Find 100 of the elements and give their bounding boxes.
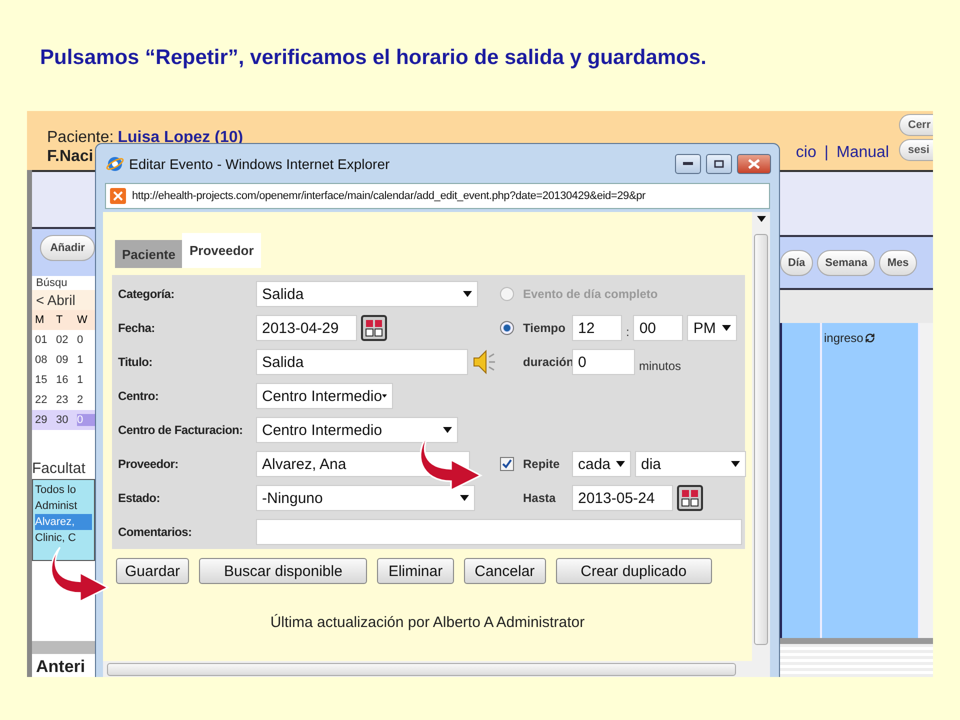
- select-field[interactable]: dia: [635, 451, 746, 477]
- input-field[interactable]: 2013-05-24: [572, 485, 673, 511]
- field-label: Centro:: [118, 389, 160, 403]
- previous-heading: Anteri: [35, 656, 86, 677]
- field-label: Titulo:: [118, 355, 154, 369]
- providers-list[interactable]: Todos lo Administ Alvarez, Clinic, C: [32, 478, 95, 561]
- radio-button[interactable]: [500, 321, 514, 335]
- calendar-day[interactable]: 09: [56, 354, 76, 366]
- nav-link[interactable]: Manual: [836, 144, 889, 162]
- minimize-button[interactable]: [675, 154, 701, 174]
- calendar-day[interactable]: 16: [56, 374, 76, 386]
- radio-label: Tiempo: [523, 321, 566, 335]
- link-separator: |: [824, 144, 829, 162]
- caret-down-icon: [616, 461, 625, 467]
- input-field[interactable]: 12: [572, 315, 622, 341]
- action-button[interactable]: Cancelar: [464, 558, 546, 584]
- tab[interactable]: Paciente: [115, 240, 182, 268]
- view-button[interactable]: Semana: [817, 250, 876, 276]
- caret-down-icon: [731, 461, 740, 467]
- time-separator: :: [626, 325, 630, 339]
- vertical-scrollbar[interactable]: [752, 212, 770, 661]
- calendar-day[interactable]: 2: [77, 394, 97, 406]
- select-field[interactable]: -Ninguno: [256, 485, 475, 511]
- calendar-day[interactable]: 0: [77, 334, 97, 346]
- action-button[interactable]: Buscar disponible: [199, 558, 368, 584]
- tab[interactable]: Proveedor: [182, 233, 261, 268]
- input-field[interactable]: 0: [572, 349, 635, 375]
- weekday-label: M: [35, 314, 46, 326]
- speaker-icon[interactable]: [472, 349, 496, 375]
- window-title: Editar Evento - Windows Internet Explorer: [129, 156, 391, 172]
- caret-down-icon: [463, 291, 472, 297]
- calendar-day[interactable]: 08: [35, 354, 55, 366]
- slide-title: Pulsamos “Repetir”, verificamos el horario de salida y guardamos.: [40, 46, 706, 70]
- input-field[interactable]: [256, 519, 742, 545]
- action-button[interactable]: Guardar: [116, 558, 190, 584]
- search-tab[interactable]: Búsqu: [32, 276, 72, 290]
- provider-item[interactable]: Clinic, C: [35, 530, 92, 546]
- column-header: ingreso: [824, 331, 876, 345]
- select-field[interactable]: Salida: [256, 281, 478, 307]
- action-button[interactable]: Eliminar: [377, 558, 454, 584]
- site-icon: [110, 188, 126, 204]
- refresh-icon[interactable]: [865, 333, 876, 343]
- calendar-icon[interactable]: [361, 315, 387, 341]
- birth-date-label: F.Naci: [47, 147, 94, 166]
- caret-down-icon: [382, 393, 387, 399]
- field-label: Categoría:: [118, 287, 176, 301]
- scrollbar[interactable]: [920, 323, 933, 638]
- session-button[interactable]: sesi: [899, 139, 933, 161]
- patient-label: Paciente:: [47, 128, 114, 147]
- select-field[interactable]: cada: [572, 451, 631, 477]
- calendar-day[interactable]: 02: [56, 334, 76, 346]
- input-field[interactable]: 2013-04-29: [256, 315, 357, 341]
- calendar-day[interactable]: 1: [77, 354, 97, 366]
- close-button[interactable]: [737, 154, 771, 174]
- radio-label: Evento de día completo: [523, 287, 658, 301]
- until-label: Hasta: [523, 491, 557, 505]
- field-label: Fecha:: [118, 321, 156, 335]
- caret-down-icon: [460, 495, 469, 501]
- close-icon: [748, 158, 760, 168]
- calendar-day[interactable]: 15: [35, 374, 55, 386]
- panel-background: [32, 170, 95, 227]
- action-button[interactable]: Crear duplicado: [556, 558, 712, 584]
- caret-down-icon: [756, 216, 766, 222]
- select-field[interactable]: Centro Intermedio: [256, 383, 393, 409]
- add-button[interactable]: Añadir: [40, 234, 95, 261]
- input-field[interactable]: 00: [633, 315, 684, 341]
- calendar-day[interactable]: 23: [56, 394, 76, 406]
- address-bar[interactable]: http://ehealth-projects.com/openemr/interface/main/calendar/add_edit_event.php?date=20130429&eid=29&pr: [105, 183, 770, 209]
- providers-label: Facultat: [32, 460, 86, 477]
- field-label: Proveedor:: [118, 457, 180, 471]
- maximize-icon: [714, 160, 724, 168]
- select-field[interactable]: Centro Intermedio: [256, 417, 458, 443]
- calendar-icon[interactable]: [677, 485, 703, 511]
- view-button[interactable]: Día: [780, 250, 814, 276]
- calendar-day[interactable]: 22: [35, 394, 55, 406]
- maximize-button[interactable]: [706, 154, 732, 174]
- input-field[interactable]: Salida: [256, 349, 468, 375]
- checkbox-label: Repite: [523, 457, 561, 471]
- select-field[interactable]: PM: [687, 315, 738, 341]
- calendar-day[interactable]: 01: [35, 334, 55, 346]
- nav-link[interactable]: cio: [796, 144, 816, 162]
- checkbox[interactable]: [500, 457, 514, 471]
- horizontal-scrollbar[interactable]: [103, 661, 770, 677]
- provider-item[interactable]: Todos lo: [35, 482, 92, 498]
- last-update-text: Última actualización por Alberto A Administrator: [270, 614, 585, 631]
- month-nav[interactable]: < Abril: [32, 290, 95, 310]
- weekday-label: T: [56, 314, 64, 326]
- caret-down-icon: [722, 325, 732, 331]
- provider-item[interactable]: Administ: [35, 498, 92, 514]
- field-label: Comentarios:: [118, 525, 193, 539]
- session-button[interactable]: Cerr: [899, 114, 933, 136]
- calendar-day[interactable]: 30: [56, 414, 76, 426]
- field-label: Estado:: [118, 491, 161, 505]
- view-button[interactable]: Mes: [879, 250, 917, 276]
- calendar-day[interactable]: 29: [35, 414, 55, 426]
- calendar-day[interactable]: 1: [77, 374, 97, 386]
- unit-label: minutos: [639, 359, 682, 373]
- minimize-icon: [683, 162, 693, 166]
- divider-bar: [32, 640, 95, 654]
- field-label: Centro de Facturacion:: [118, 423, 244, 437]
